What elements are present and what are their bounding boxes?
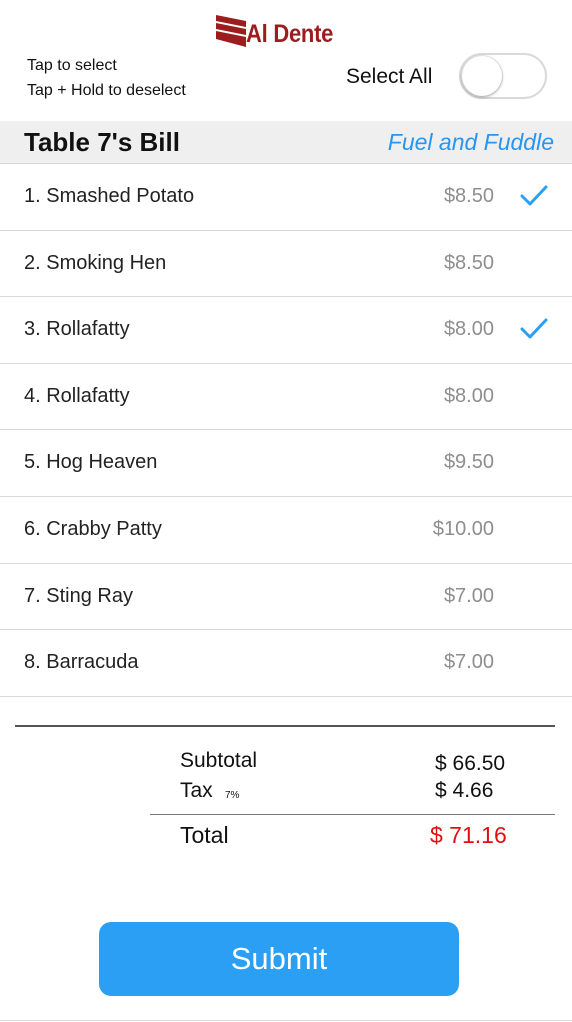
al-dente-logo-icon <box>216 15 246 47</box>
toggle-knob <box>462 56 502 96</box>
tax-value: $ 4.66 <box>435 779 494 802</box>
item-name: 3. Rollafatty <box>24 318 130 341</box>
subtotal-label: Subtotal <box>180 749 258 772</box>
bill-item-row[interactable]: 7. Sting Ray $7.00 <box>0 564 572 631</box>
item-name: 6. Crabby Patty <box>24 517 162 540</box>
item-price: $10.00 <box>432 517 494 540</box>
item-price: $8.50 <box>443 185 494 207</box>
bill-header: Table 7's Bill Fuel and Fuddle <box>0 121 572 164</box>
tax-label: Tax <box>180 779 213 802</box>
item-name: 1. Smashed Potato <box>24 185 195 207</box>
hint-select: Tap to select <box>27 57 117 74</box>
item-price: $8.00 <box>443 318 494 341</box>
restaurant-name: Fuel and Fuddle <box>387 129 554 155</box>
bottom-divider <box>0 1020 572 1021</box>
checkmark-icon <box>520 318 548 339</box>
brand-name: Al Dente <box>246 19 334 48</box>
item-name: 5. Hog Heaven <box>24 451 158 474</box>
select-all-label: Select All <box>346 65 433 88</box>
item-name: 2. Smoking Hen <box>24 251 167 274</box>
item-price: $9.50 <box>443 451 494 474</box>
tax-rate: 7% <box>225 790 240 801</box>
item-price: $8.50 <box>443 251 494 274</box>
item-name: 7. Sting Ray <box>24 584 133 607</box>
bill-title: Table 7's Bill <box>24 127 180 157</box>
item-price: $7.00 <box>443 651 494 674</box>
bill-item-row[interactable]: 8. Barracuda $7.00 <box>0 630 572 697</box>
bill-item-row[interactable]: 2. Smoking Hen $8.50 <box>0 231 572 298</box>
select-all-toggle[interactable] <box>459 53 547 99</box>
total-value: $ 71.16 <box>430 822 507 848</box>
total-label: Total <box>180 822 229 848</box>
item-price: $7.00 <box>443 584 494 607</box>
bill-item-row[interactable]: 4. Rollafatty $8.00 <box>0 364 572 431</box>
bill-item-row[interactable]: 1. Smashed Potato $8.50 <box>0 164 572 231</box>
bill-items-list: 1. Smashed Potato $8.50 2. Smoking Hen $8.5… <box>0 164 572 697</box>
item-name: 4. Rollafatty <box>24 384 130 407</box>
bill-item-row[interactable]: 3. Rollafatty $8.00 <box>0 297 572 364</box>
summary-divider <box>15 725 555 727</box>
subtotal-value: $ 66.50 <box>435 752 506 775</box>
checkmark-icon <box>520 185 548 206</box>
bill-item-row[interactable]: 5. Hog Heaven $9.50 <box>0 430 572 497</box>
app-logo: Al Dente <box>216 14 345 48</box>
total-divider <box>150 814 555 815</box>
hint-deselect: Tap + Hold to deselect <box>27 82 186 99</box>
submit-button[interactable]: Submit <box>99 922 459 996</box>
bill-item-row[interactable]: 6. Crabby Patty $10.00 <box>0 497 572 564</box>
item-name: 8. Barracuda <box>24 651 139 674</box>
item-price: $8.00 <box>443 384 494 407</box>
